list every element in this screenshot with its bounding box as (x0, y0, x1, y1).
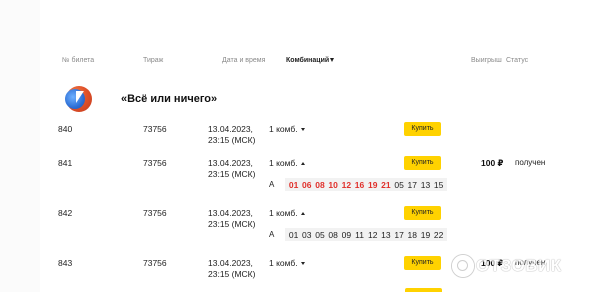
draw-number: 73756 (143, 158, 167, 168)
draw-number: 73756 (143, 258, 167, 268)
buy-button[interactable]: Купить (404, 122, 441, 136)
combinations-toggle[interactable]: 1 комб. (269, 158, 305, 168)
ticket-number: 843 (58, 258, 73, 268)
otzovik-logo-icon (452, 255, 474, 277)
combination-number: 01 (288, 229, 299, 240)
matched-number: 01 (288, 179, 299, 190)
header-combinations-sort[interactable]: Комбинаций (286, 57, 335, 64)
ticket-number: 841 (58, 158, 73, 168)
combination-number: 03 (302, 229, 312, 240)
header-combinations-label: Комбинаций (286, 57, 330, 64)
ticket-number: 842 (58, 208, 73, 218)
draw-number: 73756 (143, 124, 167, 134)
buy-button[interactable]: Купить (404, 156, 441, 170)
combination-number: 19 (420, 229, 431, 240)
game-title: «Всё или ничего» (121, 93, 218, 105)
matched-number: 12 (341, 179, 352, 190)
combinations-count: 1 комб. (269, 208, 298, 218)
combination-number: 18 (407, 229, 418, 240)
lottery-logo-icon (65, 86, 92, 112)
combination-number: 09 (341, 229, 352, 240)
win-status: получен (515, 158, 546, 167)
header-ticket-number: № билета (62, 57, 95, 64)
matched-number: 21 (381, 179, 391, 190)
combination-number: 11 (355, 229, 364, 240)
combination-number: 22 (433, 229, 444, 240)
combination-numbers: 01 06 08 10 12 16 19 21 05 17 13 15 (285, 178, 448, 191)
ticket-number: 840 (58, 124, 73, 134)
draw-time: 23:15 (МСК) (208, 269, 256, 279)
combination-row: A 01 03 05 08 09 11 12 13 17 18 19 22 (269, 228, 448, 241)
chevron-up-icon (300, 212, 305, 215)
combination-number: 05 (315, 229, 325, 240)
header-datetime: Дата и время (222, 57, 266, 64)
chevron-down-icon (300, 128, 305, 131)
matched-number: 10 (328, 179, 338, 190)
draw-date: 13.04.2023, (208, 258, 253, 268)
draw-time: 23:15 (МСК) (208, 219, 256, 229)
draw-date: 13.04.2023, (208, 124, 253, 134)
matched-number: 06 (302, 179, 312, 190)
draw-number: 73756 (143, 208, 167, 218)
combinations-count: 1 комб. (269, 258, 298, 268)
buy-button-partial[interactable] (405, 288, 442, 292)
header-draw: Тираж (143, 57, 164, 64)
matched-number: 08 (315, 179, 325, 190)
buy-button[interactable]: Купить (404, 256, 441, 270)
combination-number: 12 (367, 229, 378, 240)
draw-date: 13.04.2023, (208, 208, 253, 218)
combination-number: 17 (394, 229, 404, 240)
combination-number: 15 (433, 179, 444, 190)
combination-row: A 01 06 08 10 12 16 19 21 05 17 13 15 (269, 178, 448, 191)
combination-number: 17 (407, 179, 418, 190)
combination-number: 13 (381, 229, 391, 240)
draw-date: 13.04.2023, (208, 158, 253, 168)
combinations-count: 1 комб. (269, 158, 298, 168)
combination-number: 08 (328, 229, 338, 240)
combinations-toggle[interactable]: 1 комб. (269, 208, 305, 218)
matched-number: 19 (367, 179, 378, 190)
win-amount: 100 ₽ (481, 158, 504, 168)
header-win: Выигрыш (471, 57, 502, 64)
buy-button[interactable]: Купить (404, 206, 441, 220)
draw-time: 23:15 (МСК) (208, 169, 256, 179)
combinations-count: 1 комб. (269, 124, 298, 134)
chevron-down-icon (300, 262, 305, 265)
combination-number: 05 (394, 179, 404, 190)
header-status: Статус (506, 57, 529, 64)
combinations-toggle[interactable]: 1 комб. (269, 258, 305, 268)
combination-label: A (269, 230, 275, 239)
watermark: ОТЗОВИК (452, 253, 562, 279)
combination-number: 13 (420, 179, 431, 190)
matched-number: 16 (354, 179, 365, 190)
chevron-up-icon (300, 162, 305, 165)
watermark-text: ОТЗОВИК (476, 256, 562, 275)
combination-numbers: 01 03 05 08 09 11 12 13 17 18 19 22 (285, 228, 448, 241)
combination-label: A (269, 180, 275, 189)
combinations-toggle[interactable]: 1 комб. (269, 124, 305, 134)
sort-down-icon (330, 58, 335, 62)
draw-time: 23:15 (МСК) (208, 135, 256, 145)
results-panel (40, 0, 600, 292)
